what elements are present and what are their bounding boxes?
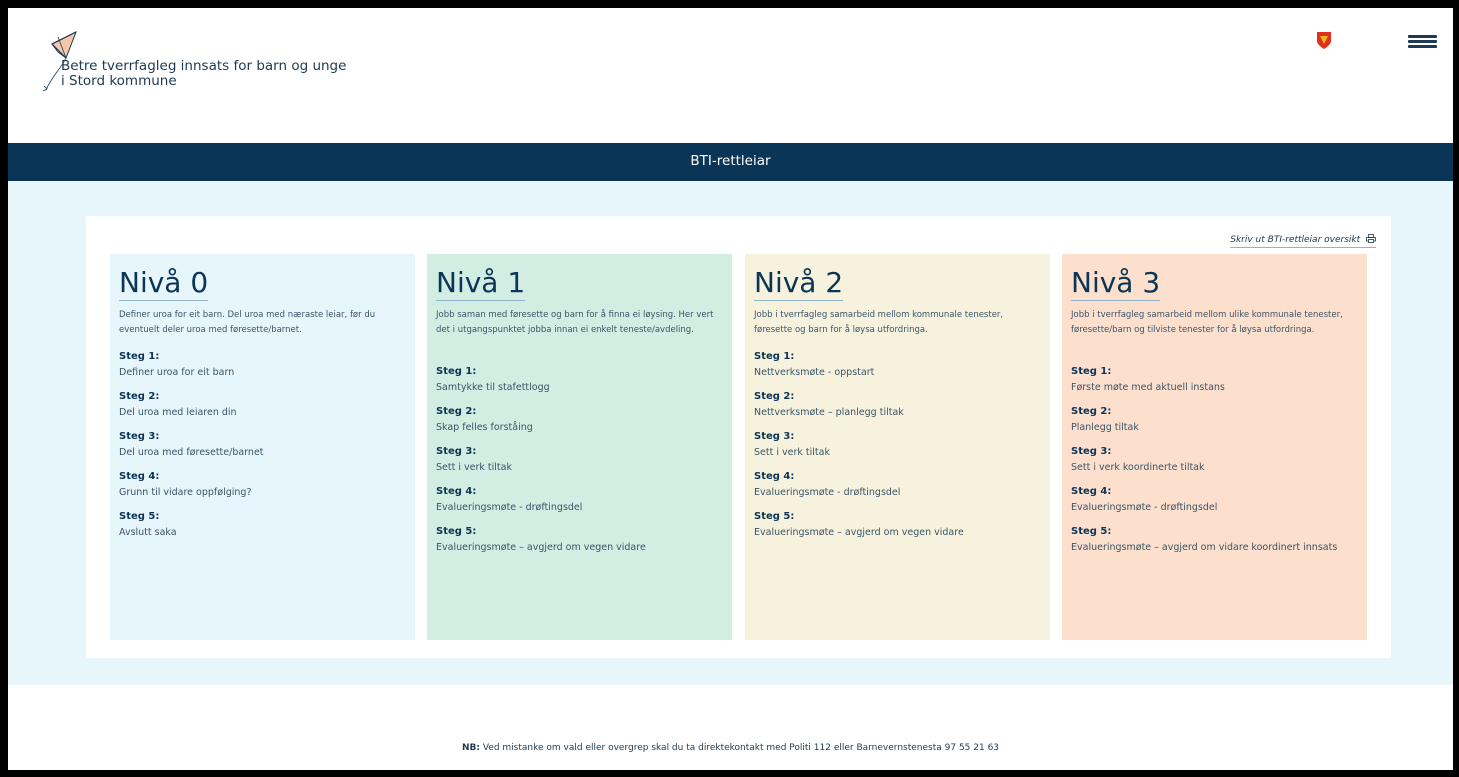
step-label: Steg 3:: [119, 431, 160, 442]
level-heading: Nivå 2: [754, 266, 844, 301]
site-title-line1: Betre tverrfagleg innsats for barn og un…: [61, 58, 347, 74]
step-label: Steg 2:: [436, 406, 477, 417]
levels-grid: Nivå 0 Definer uroa for eit barn. Del ur…: [110, 254, 1367, 640]
step-item: Steg 1: Nettverksmøte - oppstart: [754, 350, 1041, 380]
step-label: Steg 1:: [119, 351, 160, 362]
step-label: Steg 2:: [1071, 406, 1112, 417]
step-text: Planlegg tiltak: [1071, 422, 1139, 433]
step-text: Samtykke til stafettlogg: [436, 382, 550, 393]
step-label: Steg 4:: [436, 486, 477, 497]
step-text: Del uroa med leiaren din: [119, 407, 237, 418]
page-title: BTI-rettleiar: [690, 153, 771, 169]
step-list: Steg 1: Samtykke til stafettlogg Steg 2: S…: [436, 365, 723, 555]
print-link-label: Skriv ut BTI-rettleiar oversikt: [1230, 235, 1361, 245]
step-label: Steg 3:: [1071, 446, 1112, 457]
step-text: Evalueringsmøte – avgjerd om vegen vidar…: [436, 542, 646, 553]
site-header: Betre tverrfagleg innsats for barn og un…: [8, 8, 1453, 143]
step-item: Steg 5: Avslutt saka: [119, 510, 406, 540]
site-title: Betre tverrfagleg innsats for barn og un…: [61, 59, 346, 89]
step-label: Steg 1:: [1071, 366, 1112, 377]
print-overview-link[interactable]: Skriv ut BTI-rettleiar oversikt: [1230, 234, 1376, 248]
step-item: Steg 2: Skap felles forståing: [436, 405, 723, 435]
menu-bar: [1408, 45, 1437, 48]
site-title-line2: i Stord kommune: [61, 73, 177, 89]
level-description: Jobb i tverrfagleg samarbeid mellom komm…: [754, 310, 1004, 335]
step-label: Steg 3:: [754, 431, 795, 442]
print-icon: [1366, 234, 1376, 243]
level-card-3: Nivå 3 Jobb i tverrfagleg samarbeid mell…: [1062, 254, 1367, 640]
step-label: Steg 1:: [754, 351, 795, 362]
nb-label: NB:: [461, 743, 480, 753]
step-list: Steg 1: Definer uroa for eit barn Steg 2:…: [119, 350, 406, 540]
step-list: Steg 1: Første møte med aktuell instans S…: [1071, 365, 1358, 555]
step-label: Steg 2:: [119, 391, 160, 402]
level-description: Jobb saman med føresette og barn for å f…: [436, 310, 714, 335]
step-item: Steg 2: Nettverksmøte – planlegg tiltak: [754, 390, 1041, 420]
level-heading: Nivå 3: [1071, 266, 1161, 301]
step-text: Evalueringsmøte - drøftingsdel: [1071, 502, 1218, 513]
step-label: Steg 4:: [754, 471, 795, 482]
level-description: Jobb i tverrfagleg samarbeid mellom ulik…: [1071, 310, 1343, 335]
step-list: Steg 1: Nettverksmøte - oppstart Steg 2: N…: [754, 350, 1041, 540]
step-item: Steg 1: Definer uroa for eit barn: [119, 350, 406, 380]
step-item: Steg 1: Første møte med aktuell instans: [1071, 365, 1358, 395]
emergency-note: NB: Ved mistanke om vald eller overgrep …: [8, 743, 1453, 753]
step-text: Grunn til vidare oppfølging?: [119, 487, 252, 498]
home-logo-link[interactable]: Betre tverrfagleg innsats for barn og un…: [38, 28, 398, 108]
step-item: Steg 5: Evalueringsmøte – avgjerd om vida…: [1071, 525, 1358, 555]
step-item: Steg 2: Del uroa med leiaren din: [119, 390, 406, 420]
step-text: Definer uroa for eit barn: [119, 367, 235, 378]
main-section: Skriv ut BTI-rettleiar oversikt Nivå 0 D…: [8, 181, 1453, 685]
step-item: Steg 3: Sett i verk tiltak: [754, 430, 1041, 460]
level-card-2: Nivå 2 Jobb i tverrfagleg samarbeid mell…: [745, 254, 1050, 640]
step-text: Sett i verk koordinerte tiltak: [1071, 462, 1205, 473]
step-label: Steg 1:: [436, 366, 477, 377]
step-item: Steg 2: Planlegg tiltak: [1071, 405, 1358, 435]
step-label: Steg 5:: [1071, 526, 1112, 537]
step-label: Steg 5:: [119, 511, 160, 522]
step-text: Sett i verk tiltak: [754, 447, 830, 458]
title-band: BTI-rettleiar: [8, 143, 1453, 181]
step-text: Nettverksmøte – planlegg tiltak: [754, 407, 904, 418]
step-item: Steg 4: Evalueringsmøte - drøftingsdel: [436, 485, 723, 515]
site-footer: NB: Ved mistanke om vald eller overgrep …: [8, 685, 1453, 770]
step-text: Første møte med aktuell instans: [1071, 382, 1225, 393]
step-label: Steg 5:: [754, 511, 795, 522]
step-text: Evalueringsmøte – avgjerd om vegen vidar…: [754, 527, 964, 538]
step-label: Steg 4:: [1071, 486, 1112, 497]
step-text: Skap felles forståing: [436, 422, 533, 433]
hamburger-menu-icon[interactable]: [1408, 35, 1437, 48]
menu-bar: [1408, 40, 1437, 43]
step-text: Sett i verk tiltak: [436, 462, 512, 473]
step-text: Evalueringsmøte - drøftingsdel: [436, 502, 583, 513]
step-item: Steg 3: Sett i verk koordinerte tiltak: [1071, 445, 1358, 475]
menu-bar: [1408, 35, 1437, 38]
step-item: Steg 1: Samtykke til stafettlogg: [436, 365, 723, 395]
step-text: Del uroa med føresette/barnet: [119, 447, 264, 458]
step-item: Steg 4: Evalueringsmøte - drøftingsdel: [754, 470, 1041, 500]
level-description: Definer uroa for eit barn. Del uroa med …: [119, 310, 376, 335]
step-label: Steg 3:: [436, 446, 477, 457]
step-text: Avslutt saka: [119, 527, 177, 538]
step-item: Steg 5: Evalueringsmøte – avgjerd om vege…: [436, 525, 723, 555]
level-card-0: Nivå 0 Definer uroa for eit barn. Del ur…: [110, 254, 415, 640]
step-text: Nettverksmøte - oppstart: [754, 367, 875, 378]
step-text: Evalueringsmøte – avgjerd om vidare koor…: [1071, 542, 1338, 553]
content-card: Skriv ut BTI-rettleiar oversikt Nivå 0 D…: [86, 216, 1391, 658]
step-text: Evalueringsmøte - drøftingsdel: [754, 487, 901, 498]
step-label: Steg 5:: [436, 526, 477, 537]
step-label: Steg 2:: [754, 391, 795, 402]
coat-of-arms-icon[interactable]: [1317, 32, 1331, 49]
step-item: Steg 3: Sett i verk tiltak: [436, 445, 723, 475]
emergency-note-text: Ved mistanke om vald eller overgrep skal…: [479, 743, 1000, 753]
page: Betre tverrfagleg innsats for barn og un…: [8, 8, 1453, 770]
step-item: Steg 4: Evalueringsmøte - drøftingsdel: [1071, 485, 1358, 515]
level-heading: Nivå 1: [436, 266, 526, 301]
level-heading: Nivå 0: [119, 266, 209, 301]
level-card-1: Nivå 1 Jobb saman med føresette og barn …: [427, 254, 732, 640]
step-item: Steg 4: Grunn til vidare oppfølging?: [119, 470, 406, 500]
step-item: Steg 3: Del uroa med føresette/barnet: [119, 430, 406, 460]
step-item: Steg 5: Evalueringsmøte – avgjerd om vege…: [754, 510, 1041, 540]
step-label: Steg 4:: [119, 471, 160, 482]
